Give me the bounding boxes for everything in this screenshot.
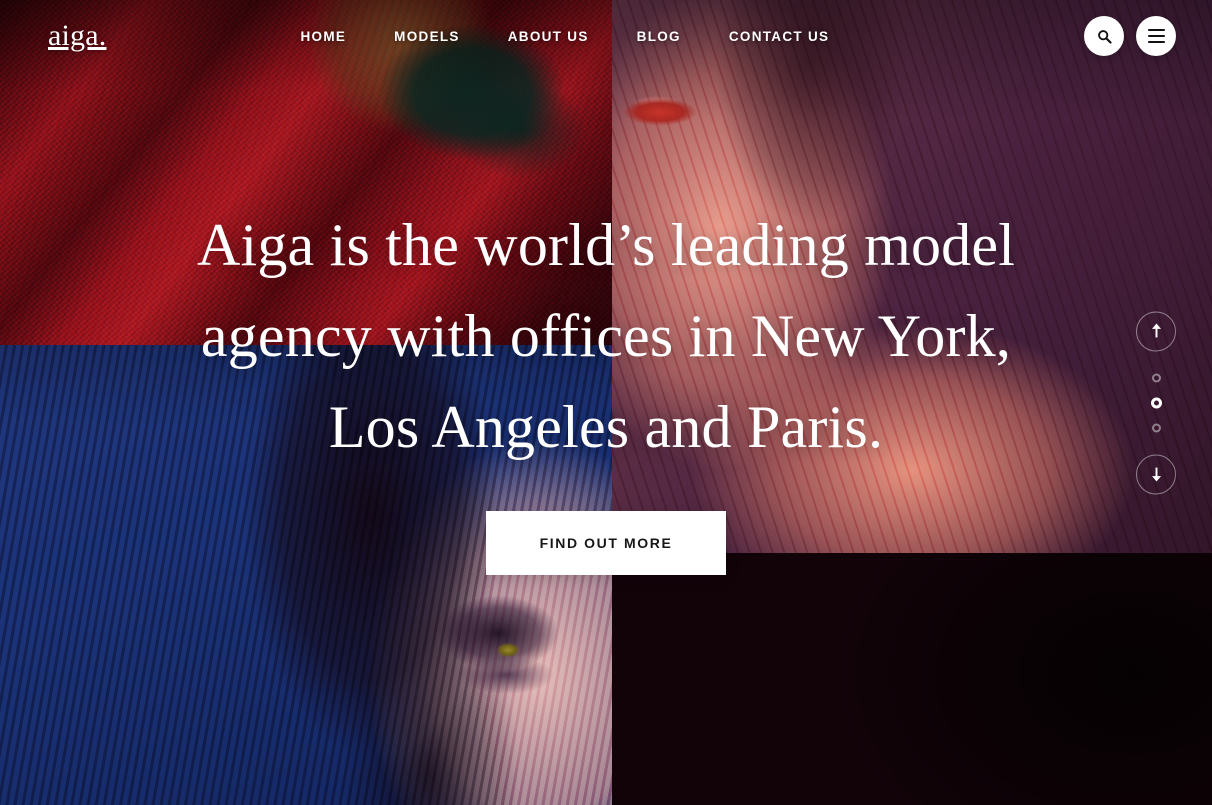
header-actions xyxy=(1084,16,1176,56)
site-header: aiga. HOME MODELS ABOUT US BLOG CONTACT … xyxy=(0,0,1212,72)
scroll-up-button[interactable] xyxy=(1136,311,1176,351)
arrow-up-icon xyxy=(1151,323,1161,338)
slide-dot-1[interactable] xyxy=(1151,373,1161,382)
scroll-down-button[interactable] xyxy=(1136,454,1176,494)
hamburger-icon xyxy=(1147,29,1165,43)
search-button[interactable] xyxy=(1084,16,1124,56)
headline-line-2: agency with offices in New York, xyxy=(200,303,1012,369)
hero-section: Aiga is the world’s leading model agency… xyxy=(0,0,1212,805)
arrow-down-icon xyxy=(1151,467,1161,482)
slide-dot-2[interactable] xyxy=(1150,397,1162,408)
headline-line-3: Los Angeles and Paris. xyxy=(328,394,884,460)
headline-line-1: Aiga is the world’s leading model xyxy=(196,212,1016,278)
menu-button[interactable] xyxy=(1136,16,1176,56)
search-icon xyxy=(1097,29,1112,44)
nav-item-about-us[interactable]: ABOUT US xyxy=(484,29,613,44)
page-stage: aiga. HOME MODELS ABOUT US BLOG CONTACT … xyxy=(0,0,1212,805)
slide-indicator-dots xyxy=(1150,373,1162,432)
primary-navigation: HOME MODELS ABOUT US BLOG CONTACT US xyxy=(276,29,853,44)
find-out-more-button[interactable]: FIND OUT MORE xyxy=(486,511,726,575)
nav-item-models[interactable]: MODELS xyxy=(370,29,484,44)
nav-item-home[interactable]: HOME xyxy=(276,29,370,44)
hero-headline: Aiga is the world’s leading model agency… xyxy=(197,200,1015,473)
nav-item-contact-us[interactable]: CONTACT US xyxy=(705,29,854,44)
slide-dot-3[interactable] xyxy=(1151,423,1161,432)
site-logo[interactable]: aiga. xyxy=(48,21,106,51)
nav-item-blog[interactable]: BLOG xyxy=(613,29,705,44)
slider-navigation-rail xyxy=(1136,311,1176,494)
